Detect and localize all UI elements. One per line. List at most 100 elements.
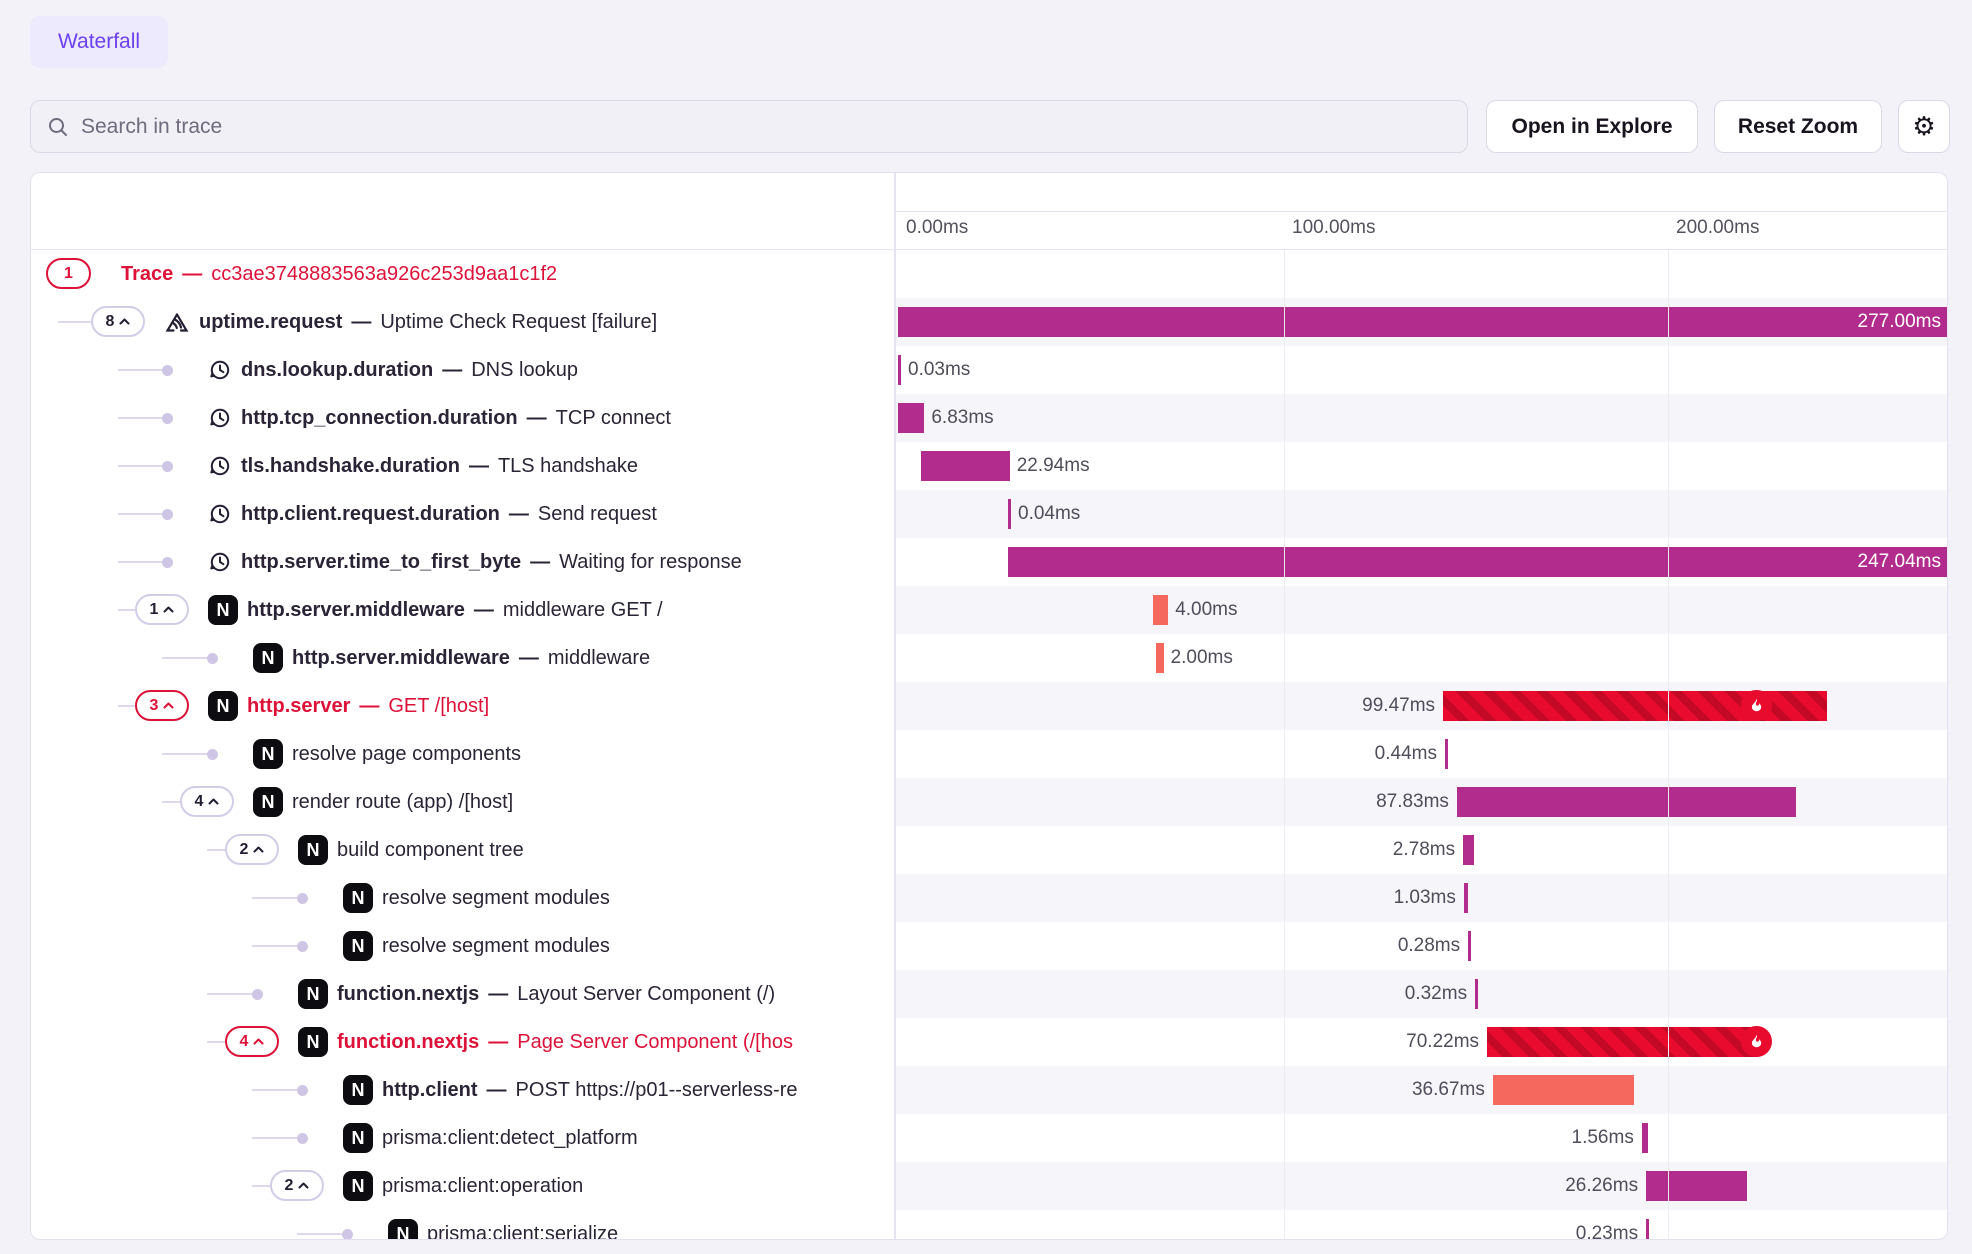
span-bar[interactable] bbox=[1464, 883, 1468, 913]
settings-button[interactable]: ⚙ bbox=[1898, 100, 1950, 153]
duration-label: 0.44ms bbox=[1375, 730, 1437, 778]
waterfall-row[interactable] bbox=[894, 250, 1948, 298]
tab-waterfall[interactable]: Waterfall bbox=[30, 16, 168, 68]
gridline bbox=[1284, 250, 1285, 1240]
tab-waterfall-label: Waterfall bbox=[58, 30, 140, 54]
waterfall-row[interactable]: 70.22ms bbox=[894, 1018, 1948, 1066]
waterfall-row[interactable]: 0.28ms bbox=[894, 922, 1948, 970]
span-row[interactable]: 1Trace—cc3ae3748883563a926c253d9aa1c1f2 bbox=[31, 250, 894, 298]
span-bar[interactable]: 277.00ms bbox=[898, 307, 1948, 337]
search-box[interactable] bbox=[30, 100, 1468, 153]
collapse-pill[interactable]: 2 bbox=[270, 1170, 324, 1201]
span-row[interactable]: http.client.request.duration—Send reques… bbox=[31, 490, 894, 538]
span-bullet bbox=[297, 893, 308, 904]
span-bar[interactable] bbox=[1475, 979, 1478, 1009]
span-bar[interactable] bbox=[1493, 1075, 1635, 1105]
waterfall-row[interactable]: 0.04ms bbox=[894, 490, 1948, 538]
span-row[interactable]: Nhttp.client—POST https://p01--serverles… bbox=[31, 1066, 894, 1114]
collapse-pill[interactable]: 1 bbox=[46, 258, 91, 289]
tree-connector bbox=[297, 1233, 342, 1235]
waterfall-row[interactable]: 0.32ms bbox=[894, 970, 1948, 1018]
span-bar[interactable] bbox=[1487, 1027, 1758, 1057]
duration-label: 26.26ms bbox=[1565, 1162, 1638, 1210]
tree-connector bbox=[118, 705, 135, 707]
trace-waterfall-page: { "tab": { "label": "Waterfall" }, "tool… bbox=[0, 0, 1972, 1254]
panel-divider[interactable] bbox=[894, 173, 896, 1239]
duration-label: 4.00ms bbox=[1175, 586, 1237, 634]
span-bar[interactable] bbox=[1008, 499, 1011, 529]
trace-panel: 0.00ms 100.00ms 200.00ms 1Trace—cc3ae374… bbox=[30, 172, 1948, 1240]
span-bar[interactable] bbox=[1443, 691, 1827, 721]
span-row[interactable]: Nresolve segment modules bbox=[31, 874, 894, 922]
span-row[interactable]: Nresolve page components bbox=[31, 730, 894, 778]
span-row[interactable]: tls.handshake.duration—TLS handshake bbox=[31, 442, 894, 490]
span-bar[interactable] bbox=[1153, 595, 1168, 625]
waterfall-row[interactable]: 1.56ms bbox=[894, 1114, 1948, 1162]
span-row[interactable]: 2Nprisma:client:operation bbox=[31, 1162, 894, 1210]
waterfall-row[interactable]: 2.00ms bbox=[894, 634, 1948, 682]
tree-connector bbox=[207, 849, 225, 851]
span-row[interactable]: Nprisma:client:serialize bbox=[31, 1210, 894, 1240]
duration-label: 99.47ms bbox=[1362, 682, 1435, 730]
waterfall-row[interactable]: 0.44ms bbox=[894, 730, 1948, 778]
collapse-pill[interactable]: 4 bbox=[180, 786, 234, 817]
waterfall-row[interactable]: 22.94ms bbox=[894, 442, 1948, 490]
span-row[interactable]: Nhttp.server.middleware—middleware bbox=[31, 634, 894, 682]
span-bar[interactable] bbox=[1445, 739, 1448, 769]
span-bar[interactable] bbox=[898, 355, 901, 385]
waterfall-row[interactable]: 2.78ms bbox=[894, 826, 1948, 874]
collapse-pill[interactable]: 8 bbox=[91, 306, 145, 337]
waterfall-row[interactable]: 4.00ms bbox=[894, 586, 1948, 634]
span-bar[interactable]: 247.04ms bbox=[1008, 547, 1948, 577]
waterfall-row[interactable]: 26.26ms bbox=[894, 1162, 1948, 1210]
waterfall-row[interactable]: 0.23ms bbox=[894, 1210, 1948, 1240]
reset-zoom-button[interactable]: Reset Zoom bbox=[1714, 100, 1882, 153]
tree-connector bbox=[207, 993, 252, 995]
span-description: Layout Server Component (/) bbox=[517, 983, 775, 1006]
span-bar[interactable] bbox=[1463, 835, 1474, 865]
collapse-pill[interactable]: 3 bbox=[135, 690, 189, 721]
waterfall-row[interactable]: 277.00ms bbox=[894, 298, 1948, 346]
search-input[interactable] bbox=[79, 114, 1451, 140]
tree-connector bbox=[252, 1137, 297, 1139]
span-description: GET /[host] bbox=[388, 695, 489, 718]
waterfall-row[interactable]: 6.83ms bbox=[894, 394, 1948, 442]
waterfall-row[interactable]: 87.83ms bbox=[894, 778, 1948, 826]
tree-connector bbox=[162, 657, 207, 659]
waterfall-row[interactable]: 99.47ms bbox=[894, 682, 1948, 730]
waterfall-row[interactable]: 36.67ms bbox=[894, 1066, 1948, 1114]
span-bar[interactable] bbox=[921, 451, 1010, 481]
span-row[interactable]: 4Nrender route (app) /[host] bbox=[31, 778, 894, 826]
waterfall-row[interactable]: 0.03ms bbox=[894, 346, 1948, 394]
waterfall-row[interactable]: 1.03ms bbox=[894, 874, 1948, 922]
span-row[interactable]: Nprisma:client:detect_platform bbox=[31, 1114, 894, 1162]
collapse-pill[interactable]: 2 bbox=[225, 834, 279, 865]
span-row[interactable]: Nfunction.nextjs—Layout Server Component… bbox=[31, 970, 894, 1018]
span-bar[interactable] bbox=[898, 403, 924, 433]
collapse-pill[interactable]: 4 bbox=[225, 1026, 279, 1057]
tree-connector bbox=[162, 801, 180, 803]
span-row[interactable]: 1Nhttp.server.middleware—middleware GET … bbox=[31, 586, 894, 634]
span-bullet bbox=[297, 1133, 308, 1144]
span-name: Trace bbox=[121, 263, 173, 286]
open-in-explore-button[interactable]: Open in Explore bbox=[1486, 100, 1698, 153]
span-bar[interactable] bbox=[1457, 787, 1796, 817]
span-row[interactable]: dns.lookup.duration—DNS lookup bbox=[31, 346, 894, 394]
duration-label: 247.04ms bbox=[1858, 547, 1941, 577]
collapse-pill[interactable]: 1 bbox=[135, 594, 189, 625]
span-row[interactable]: http.tcp_connection.duration—TCP connect bbox=[31, 394, 894, 442]
span-bar[interactable] bbox=[1642, 1123, 1648, 1153]
span-bullet bbox=[297, 941, 308, 952]
span-row[interactable]: 8uptime.request—Uptime Check Request [fa… bbox=[31, 298, 894, 346]
tree-connector bbox=[252, 897, 297, 899]
span-bar[interactable] bbox=[1468, 931, 1471, 961]
waterfall-row[interactable]: 247.04ms bbox=[894, 538, 1948, 586]
span-bar[interactable] bbox=[1156, 643, 1164, 673]
span-row[interactable]: Nresolve segment modules bbox=[31, 922, 894, 970]
span-bar[interactable] bbox=[1646, 1171, 1747, 1201]
span-row[interactable]: http.server.time_to_first_byte—Waiting f… bbox=[31, 538, 894, 586]
span-bar[interactable] bbox=[1646, 1219, 1649, 1240]
span-row[interactable]: 4Nfunction.nextjs—Page Server Component … bbox=[31, 1018, 894, 1066]
span-row[interactable]: 3Nhttp.server—GET /[host] bbox=[31, 682, 894, 730]
span-row[interactable]: 2Nbuild component tree bbox=[31, 826, 894, 874]
